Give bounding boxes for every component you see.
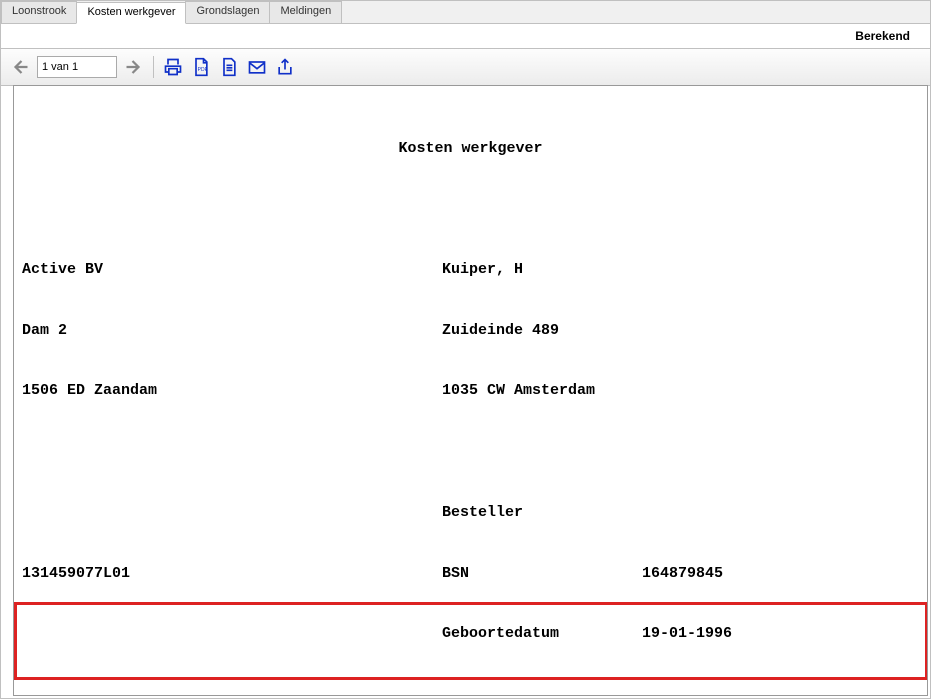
- share-icon: [275, 57, 295, 77]
- employer-street: Dam 2: [22, 321, 442, 341]
- document-body: Kosten werkgever Active BV Kuiper, H Dam…: [14, 86, 927, 696]
- employee-city: 1035 CW Amsterdam: [442, 381, 595, 401]
- print-button[interactable]: [162, 56, 184, 78]
- bsn-value: 164879845: [642, 565, 723, 582]
- spacer: [22, 624, 442, 644]
- bsn-label: BSN: [442, 564, 642, 584]
- tab-grondslagen[interactable]: Grondslagen: [185, 1, 270, 23]
- dob-label: Geboortedatum: [442, 624, 642, 644]
- document-viewport: Kosten werkgever Active BV Kuiper, H Dam…: [13, 85, 928, 696]
- toolbar-separator: [153, 56, 154, 78]
- payroll-id: 131459077L01: [22, 564, 442, 584]
- employee-role: Besteller: [442, 503, 523, 523]
- next-page-button[interactable]: [123, 56, 145, 78]
- pdf-button[interactable]: PDF: [190, 56, 212, 78]
- status-label: Berekend: [855, 29, 910, 43]
- toolbar: PDF: [1, 48, 930, 86]
- svg-text:PDF: PDF: [198, 67, 208, 73]
- email-button[interactable]: [246, 56, 268, 78]
- bsn-row: BSN164879845: [442, 564, 723, 584]
- employer-city: 1506 ED Zaandam: [22, 381, 442, 401]
- arrow-left-icon: [11, 58, 29, 76]
- spacer: [22, 503, 442, 523]
- export-button[interactable]: [274, 56, 296, 78]
- pdf-icon: PDF: [191, 57, 211, 77]
- tab-meldingen[interactable]: Meldingen: [269, 1, 342, 23]
- employer-name: Active BV: [22, 260, 442, 280]
- page-indicator: [37, 56, 117, 78]
- document-icon: [219, 57, 239, 77]
- tab-loonstrook[interactable]: Loonstrook: [1, 1, 77, 23]
- app-window: Loonstrook Kosten werkgever Grondslagen …: [0, 0, 931, 699]
- status-bar: Berekend: [1, 24, 930, 48]
- tab-bar: Loonstrook Kosten werkgever Grondslagen …: [1, 1, 930, 24]
- printer-icon: [163, 57, 183, 77]
- employee-street: Zuideinde 489: [442, 321, 559, 341]
- page-input[interactable]: [37, 56, 117, 78]
- employee-name: Kuiper, H: [442, 260, 523, 280]
- document-title: Kosten werkgever: [22, 139, 919, 159]
- document-button[interactable]: [218, 56, 240, 78]
- dob-row: Geboortedatum19-01-1996: [442, 624, 732, 644]
- tab-kosten-werkgever[interactable]: Kosten werkgever: [76, 2, 186, 24]
- envelope-icon: [247, 57, 267, 77]
- dob-value: 19-01-1996: [642, 625, 732, 642]
- prev-page-button[interactable]: [9, 56, 31, 78]
- arrow-right-icon: [125, 58, 143, 76]
